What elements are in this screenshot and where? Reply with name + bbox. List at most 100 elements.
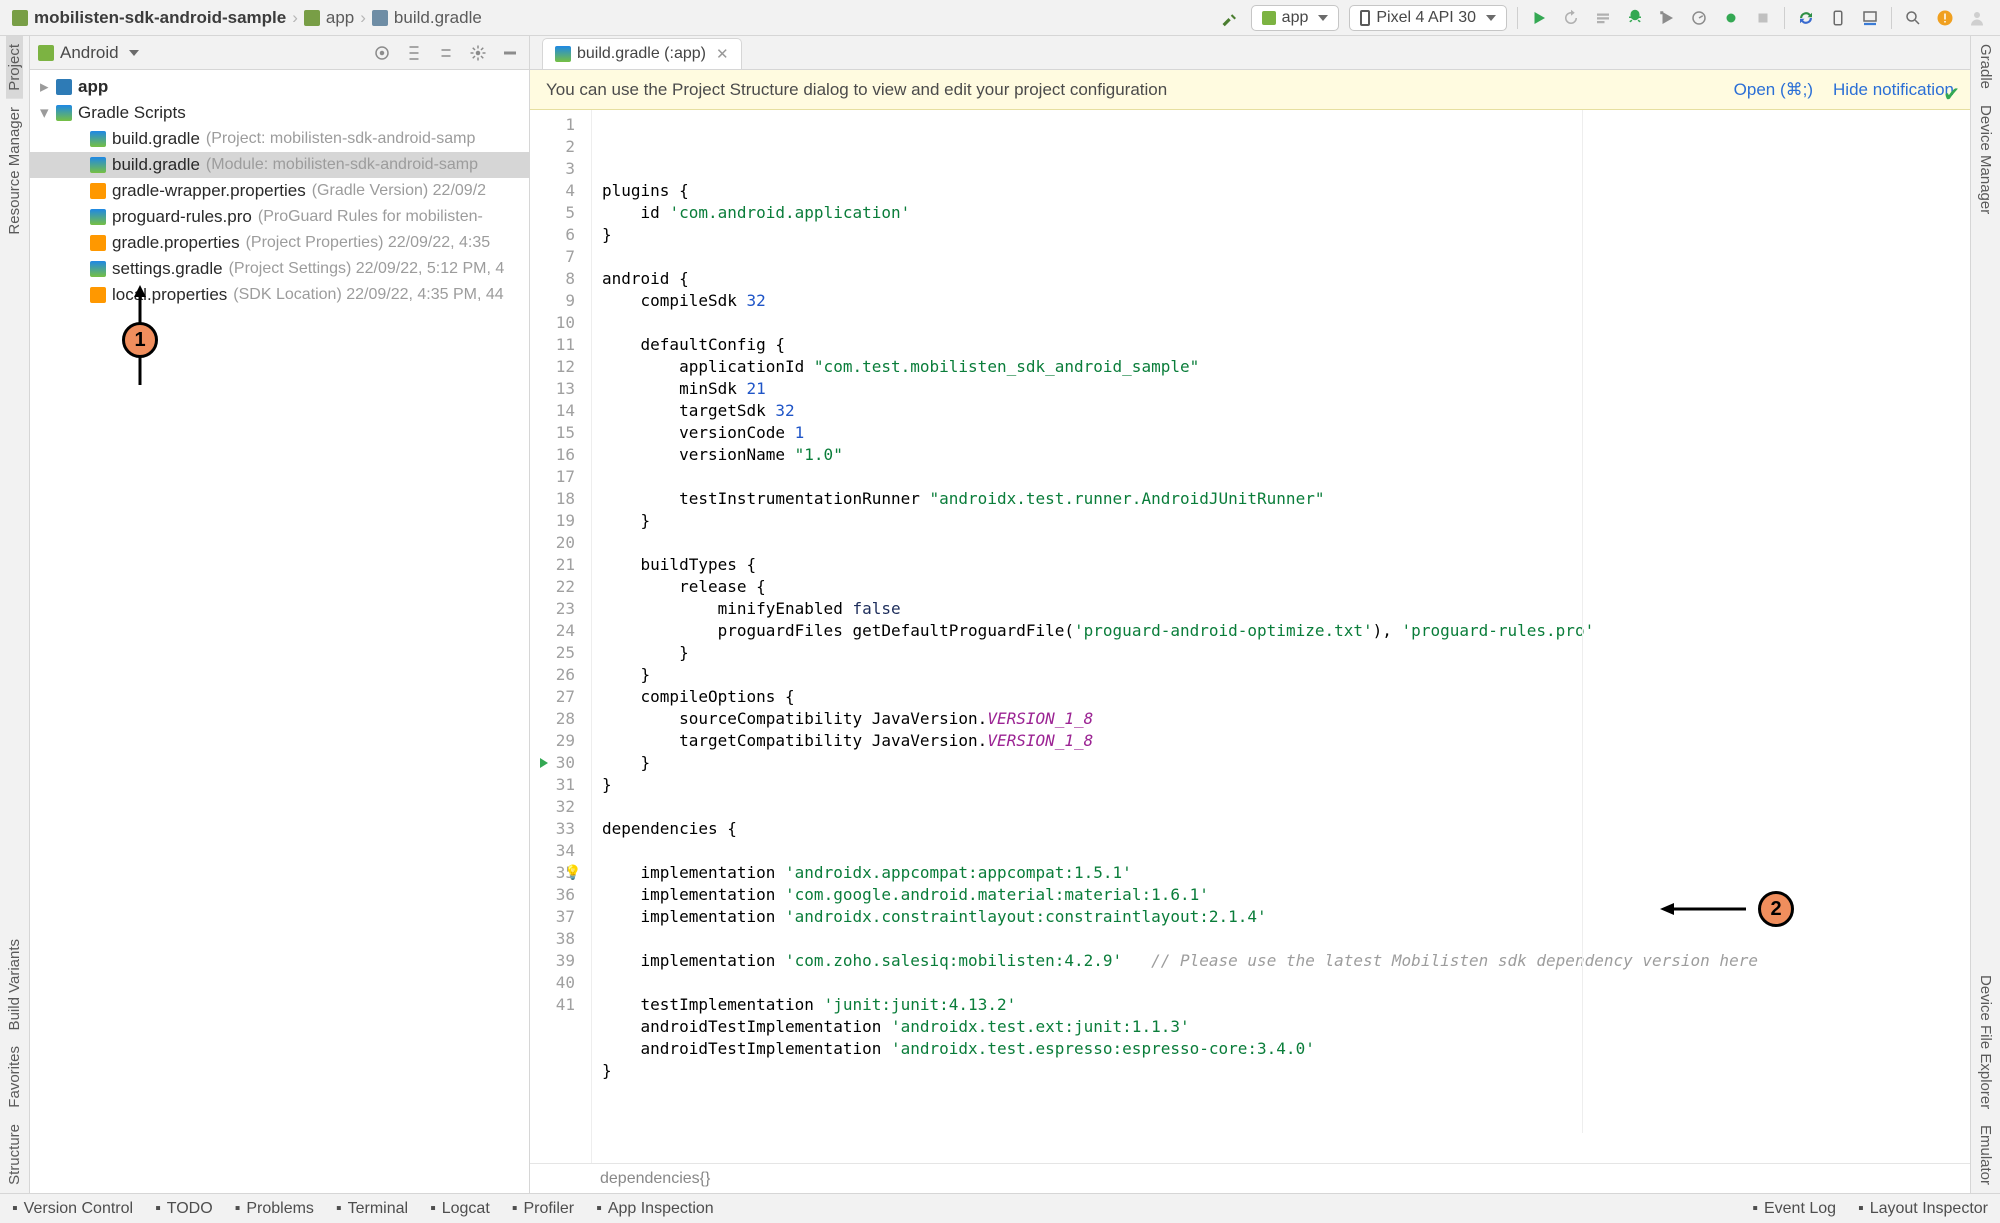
tool-window-tab[interactable]: Device File Explorer [1977,967,1994,1117]
code-line[interactable] [602,928,1970,950]
collapse-all-icon[interactable] [435,42,457,64]
code-line[interactable] [602,466,1970,488]
expand-arrow-icon[interactable]: ▸ [40,77,50,97]
code-line[interactable]: testImplementation 'junit:junit:4.13.2' [602,994,1970,1016]
tool-window-tab[interactable]: Structure [6,1116,23,1193]
code-line[interactable]: android { [602,268,1970,290]
expand-all-icon[interactable] [403,42,425,64]
editor-gutter[interactable]: 1234567891011121314151617181920212223242… [530,110,592,1163]
code-line[interactable]: androidTestImplementation 'androidx.test… [602,1038,1970,1060]
tool-window-tab[interactable]: Device Manager [1977,97,1994,222]
code-line[interactable]: targetCompatibility JavaVersion.VERSION_… [602,730,1970,752]
hammer-icon[interactable] [1219,7,1241,29]
breadcrumb-module[interactable]: app [326,8,354,28]
code-content[interactable]: plugins { id 'com.android.application'} … [592,110,1970,1163]
statusbar-item[interactable]: ▪Terminal [336,1200,408,1218]
tree-item[interactable]: gradle-wrapper.properties (Gradle Versio… [30,178,529,204]
sync-icon[interactable] [1795,7,1817,29]
code-line[interactable]: } [602,774,1970,796]
tree-item[interactable]: local.properties (SDK Location) 22/09/22… [30,282,529,308]
banner-hide-link[interactable]: Hide notification [1833,80,1954,100]
code-line[interactable]: versionCode 1 [602,422,1970,444]
tool-window-tab[interactable]: Build Variants [6,931,23,1038]
hide-icon[interactable] [499,42,521,64]
tool-window-tab[interactable]: Project [6,36,23,99]
code-editor[interactable]: 1234567891011121314151617181920212223242… [530,110,1970,1163]
code-line[interactable]: compileSdk 32 [602,290,1970,312]
code-line[interactable] [602,532,1970,554]
tool-window-tab[interactable]: Emulator [1977,1117,1994,1193]
apply-code-changes-icon[interactable] [1592,7,1614,29]
code-line[interactable]: defaultConfig { [602,334,1970,356]
code-line[interactable]: targetSdk 32 [602,400,1970,422]
code-line[interactable]: implementation 'com.google.android.mater… [602,884,1970,906]
code-line[interactable]: } [602,664,1970,686]
editor-breadcrumb[interactable]: dependencies{} [530,1163,1970,1193]
project-tree[interactable]: 1 ▸app▾Gradle Scriptsbuild.gradle (Proje… [30,70,529,1193]
code-line[interactable]: applicationId "com.test.mobilisten_sdk_a… [602,356,1970,378]
code-line[interactable]: minSdk 21 [602,378,1970,400]
run-config-selector[interactable]: app [1251,5,1340,31]
code-line[interactable]: release { [602,576,1970,598]
tree-item[interactable]: gradle.properties (Project Properties) 2… [30,230,529,256]
update-icon[interactable] [1934,7,1956,29]
tree-item[interactable]: settings.gradle (Project Settings) 22/09… [30,256,529,282]
code-line[interactable] [602,840,1970,862]
statusbar-item[interactable]: ▪Event Log [1752,1200,1836,1218]
code-line[interactable]: } [602,224,1970,246]
tool-window-tab[interactable]: Resource Manager [6,99,23,243]
avd-manager-icon[interactable] [1827,7,1849,29]
stop-icon[interactable] [1752,7,1774,29]
tool-window-tab[interactable]: Favorites [6,1038,23,1116]
apply-changes-icon[interactable] [1560,7,1582,29]
breadcrumb-file[interactable]: build.gradle [394,8,482,28]
tool-window-tab[interactable]: Gradle [1977,36,1994,97]
inspection-ok-icon[interactable]: ✔ [1943,82,1960,107]
select-opened-file-icon[interactable] [371,42,393,64]
code-line[interactable]: compileOptions { [602,686,1970,708]
tree-item[interactable]: ▾Gradle Scripts [30,100,529,126]
code-line[interactable]: implementation 'androidx.appcompat:appco… [602,862,1970,884]
statusbar-item[interactable]: ▪Version Control [12,1200,133,1218]
tree-item[interactable]: proguard-rules.pro (ProGuard Rules for m… [30,204,529,230]
code-line[interactable]: testInstrumentationRunner "androidx.test… [602,488,1970,510]
code-line[interactable]: androidTestImplementation 'androidx.test… [602,1016,1970,1038]
code-line[interactable]: dependencies { [602,818,1970,840]
tree-item[interactable]: build.gradle (Project: mobilisten-sdk-an… [30,126,529,152]
debug-icon[interactable] [1624,7,1646,29]
code-line[interactable]: } [602,1060,1970,1082]
code-line[interactable]: versionName "1.0" [602,444,1970,466]
code-line[interactable]: sourceCompatibility JavaVersion.VERSION_… [602,708,1970,730]
code-line[interactable]: } [602,642,1970,664]
statusbar-item[interactable]: ▪App Inspection [596,1200,714,1218]
device-selector[interactable]: Pixel 4 API 30 [1349,5,1507,31]
editor-tab[interactable]: build.gradle (:app) ✕ [542,38,742,69]
code-line[interactable]: implementation 'androidx.constraintlayou… [602,906,1970,928]
code-line[interactable]: implementation 'com.zoho.salesiq:mobilis… [602,950,1970,972]
banner-open-link[interactable]: Open (⌘;) [1734,80,1813,100]
gear-icon[interactable] [467,42,489,64]
breadcrumb-project[interactable]: mobilisten-sdk-android-sample [34,8,286,28]
code-line[interactable]: buildTypes { [602,554,1970,576]
project-view-mode[interactable]: Android [60,43,119,63]
statusbar-item[interactable]: ▪Problems [235,1200,314,1218]
statusbar-item[interactable]: ▪TODO [155,1200,213,1218]
search-icon[interactable] [1902,7,1924,29]
code-line[interactable] [602,312,1970,334]
code-line[interactable]: } [602,510,1970,532]
coverage-icon[interactable] [1656,7,1678,29]
statusbar-item[interactable]: ▪Profiler [512,1200,574,1218]
code-line[interactable]: plugins { [602,180,1970,202]
code-line[interactable]: } [602,752,1970,774]
statusbar-item[interactable]: ▪Layout Inspector [1858,1200,1988,1218]
code-line[interactable]: minifyEnabled false [602,598,1970,620]
code-line[interactable]: proguardFiles getDefaultProguardFile('pr… [602,620,1970,642]
statusbar-item[interactable]: ▪Logcat [430,1200,490,1218]
expand-arrow-icon[interactable]: ▾ [40,103,50,123]
tree-item[interactable]: build.gradle (Module: mobilisten-sdk-and… [30,152,529,178]
code-line[interactable] [602,972,1970,994]
attach-debugger-icon[interactable] [1720,7,1742,29]
run-icon[interactable] [1528,7,1550,29]
code-line[interactable]: id 'com.android.application' [602,202,1970,224]
caret-down-icon[interactable] [129,50,139,56]
